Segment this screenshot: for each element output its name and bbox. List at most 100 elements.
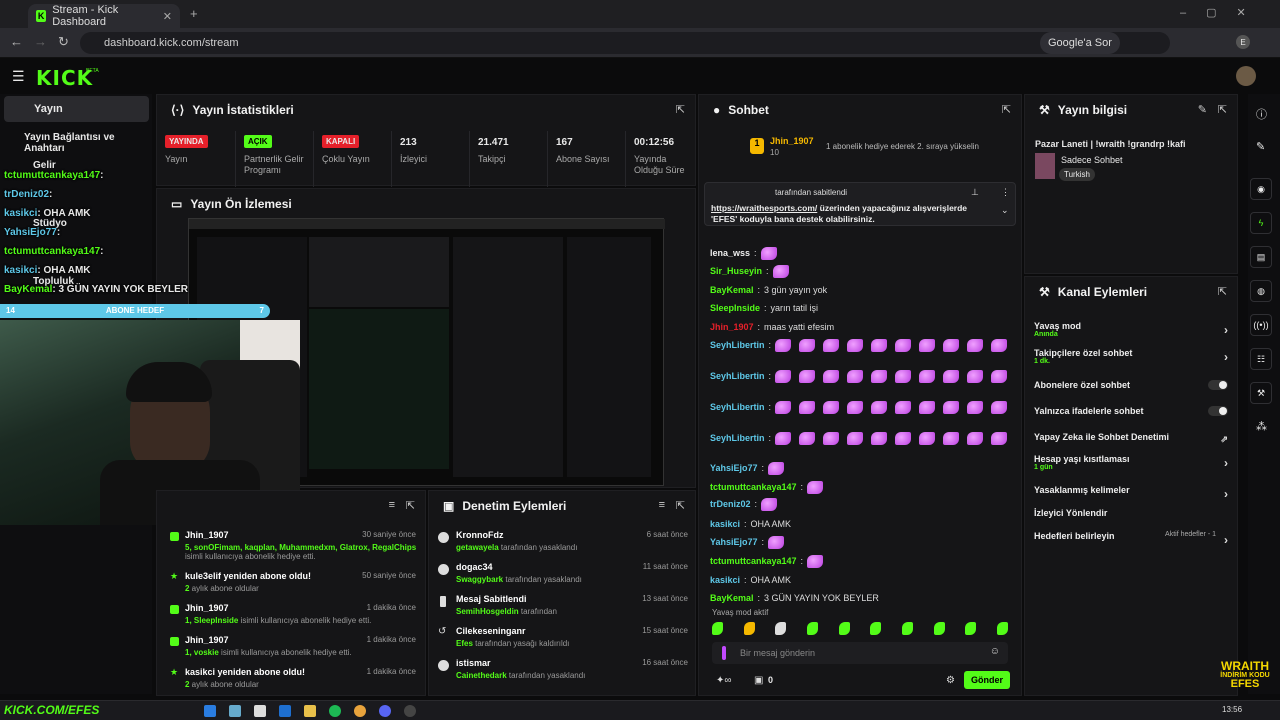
chat-username[interactable]: kasikci [710, 575, 740, 585]
action-followers-only[interactable]: Takipçilere özel sohbet 1 dk. › [1034, 348, 1228, 365]
chat-username[interactable]: lena_wss [710, 248, 750, 258]
obs-icon[interactable] [404, 705, 416, 717]
send-button[interactable]: Gönder [964, 671, 1010, 689]
camera-icon[interactable]: ◉ [1250, 178, 1272, 200]
info-icon[interactable]: ⓘ [1256, 106, 1267, 122]
chat-username[interactable]: SeyhLibertin [710, 402, 765, 412]
expand-icon[interactable]: ⇱ [1218, 285, 1227, 298]
broadcast-icon[interactable]: ((•)) [1250, 314, 1272, 336]
chevron-down-icon[interactable]: ⌄ [1001, 205, 1009, 216]
emote-icon[interactable] [870, 622, 882, 635]
action-goals[interactable]: Hedefleri belirleyin Aktif hedefler - 1 › [1034, 531, 1228, 547]
pin-icon[interactable]: ⊥ [971, 187, 979, 198]
list-icon[interactable]: ☷ [1250, 348, 1272, 370]
expand-icon[interactable]: ⇱ [676, 499, 685, 512]
back-icon[interactable]: ← [10, 34, 23, 49]
emote-icon[interactable] [965, 622, 977, 635]
expand-icon[interactable]: ⇱ [1002, 103, 1011, 116]
butterfly-emote-icon [991, 338, 1008, 352]
expand-icon[interactable]: ⇱ [676, 103, 685, 116]
user-avatar[interactable] [1236, 66, 1256, 86]
discord-icon[interactable] [379, 705, 391, 717]
chat-username[interactable]: trDeniz02 [710, 499, 751, 509]
taskbar-app-icon[interactable] [304, 705, 316, 717]
chat-username[interactable]: SeyhLibertin [710, 433, 765, 443]
expand-icon[interactable]: ⇱ [406, 499, 415, 512]
emote-icon[interactable] [712, 622, 723, 635]
activity-item: Jhin_1907 1 dakika önce 1, voskie isimli k… [170, 635, 420, 665]
emote-icon[interactable] [838, 622, 850, 635]
sidebar-item-baglanti[interactable]: Yayın Bağlantısı ve Anahtarı [24, 132, 152, 154]
kick-logo[interactable]: KICK [36, 66, 93, 90]
start-icon[interactable] [204, 705, 216, 717]
chat-input[interactable]: Bir mesaj gönderin ☺ [712, 642, 1008, 664]
butterfly-emote-icon [943, 431, 960, 445]
emote-icon[interactable] [806, 622, 818, 635]
document-icon[interactable]: ▤ [1250, 246, 1272, 268]
chat-username[interactable]: BayKemal [710, 593, 754, 603]
category-name[interactable]: Sadece Sohbet [1061, 155, 1123, 165]
emote-icon[interactable] [996, 622, 1008, 635]
chat-username[interactable]: BayKemal [710, 285, 754, 295]
chat-username[interactable]: SeyhLibertin [710, 340, 765, 350]
sidebar-item-yayin[interactable]: Yayın [4, 96, 149, 122]
bolt-icon[interactable]: ϟ [1250, 212, 1272, 234]
url-input[interactable]: dashboard.kick.com/stream [80, 32, 1170, 54]
apps-icon[interactable]: ⁂ [1256, 420, 1267, 433]
chat-username[interactable]: SleepInside [710, 303, 760, 313]
chat-username[interactable]: Jhin_1907 [710, 322, 754, 332]
wrench-icon[interactable]: ⚒ [1250, 382, 1272, 404]
gift-icon[interactable]: ▣ [754, 675, 763, 686]
chrome-icon[interactable] [354, 705, 366, 717]
chat-icon[interactable]: ◍ [1250, 280, 1272, 302]
action-account-age[interactable]: Hesap yaşı kısıtlaması 1 gün › [1034, 454, 1228, 471]
browser-tab[interactable]: K Stream - Kick Dashboard ✕ [28, 4, 180, 28]
action-raid[interactable]: İzleyici Yönlendir [1034, 508, 1228, 518]
pinned-link[interactable]: https://wraithesports.com/ [711, 203, 817, 213]
settings-icon[interactable]: ⚙ [946, 675, 955, 686]
chat-username[interactable]: tctumuttcankaya147 [710, 482, 797, 492]
emote-icon[interactable] [933, 622, 945, 635]
action-ai-moderation[interactable]: Yapay Zeka ile Sohbet Denetimi ⇗ [1034, 432, 1228, 444]
forward-icon[interactable]: → [34, 34, 47, 49]
chat-username[interactable]: Sir_Huseyin [710, 266, 762, 276]
profile-avatar[interactable]: E [1236, 35, 1250, 49]
sponsor-logo: WRAITH İNDİRİM KODU EFES [1220, 659, 1270, 690]
toggle-switch[interactable] [1208, 406, 1228, 416]
edit-icon[interactable]: ✎ [1256, 140, 1265, 153]
edit-icon[interactable]: ✎ [1198, 103, 1207, 116]
toggle-switch[interactable] [1208, 380, 1228, 390]
menu-icon[interactable]: ☰ [12, 68, 25, 85]
google-ask-button[interactable]: Google'a Sor [1040, 32, 1120, 54]
close-icon[interactable]: ✕ [163, 10, 172, 23]
new-tab-icon[interactable]: + [190, 6, 198, 21]
expand-icon[interactable]: ⇱ [1218, 103, 1227, 116]
stat-uptime: 00:12:56 Yayında Olduğu Süre [625, 131, 697, 187]
chat-username[interactable]: YahsiEjo77 [710, 537, 758, 547]
emote-icon[interactable] [743, 622, 755, 635]
filter-icon[interactable]: ≡ [389, 499, 395, 511]
action-banned-words[interactable]: Yasaklanmış kelimeler › [1034, 485, 1228, 501]
top-gifter-name[interactable]: Jhin_1907 [770, 136, 814, 146]
chat-username[interactable]: tctumuttcankaya147 [710, 556, 797, 566]
action-slow-mode[interactable]: Yavaş mod Anında › [1034, 321, 1228, 338]
window-controls-icon[interactable]: –▢✕ [1180, 6, 1266, 19]
chevron-right-icon: › [1224, 533, 1228, 547]
emote-icon[interactable] [901, 622, 913, 635]
action-subs-only[interactable]: Abonelere özel sohbet [1034, 380, 1228, 390]
chat-username[interactable]: YahsiEjo77 [710, 463, 758, 473]
points-icon[interactable]: ✦∞ [716, 675, 732, 686]
taskbar-app-icon[interactable] [279, 705, 291, 717]
chat-username[interactable]: SeyhLibertin [710, 371, 765, 381]
action-emote-only[interactable]: Yalnızca ifadelerle sohbet [1034, 406, 1228, 416]
star-icon: ★ [170, 667, 179, 677]
reload-icon[interactable]: ↻ [58, 34, 69, 50]
emoji-icon[interactable]: ☺ [990, 646, 1000, 657]
more-icon[interactable]: ⋮ [1001, 187, 1010, 198]
emote-icon[interactable] [775, 622, 787, 635]
spotify-icon[interactable] [329, 705, 341, 717]
taskbar-app-icon[interactable] [229, 705, 241, 717]
filter-icon[interactable]: ≡ [659, 499, 665, 511]
chat-username[interactable]: kasikci [710, 519, 740, 529]
taskbar-app-icon[interactable] [254, 705, 266, 717]
